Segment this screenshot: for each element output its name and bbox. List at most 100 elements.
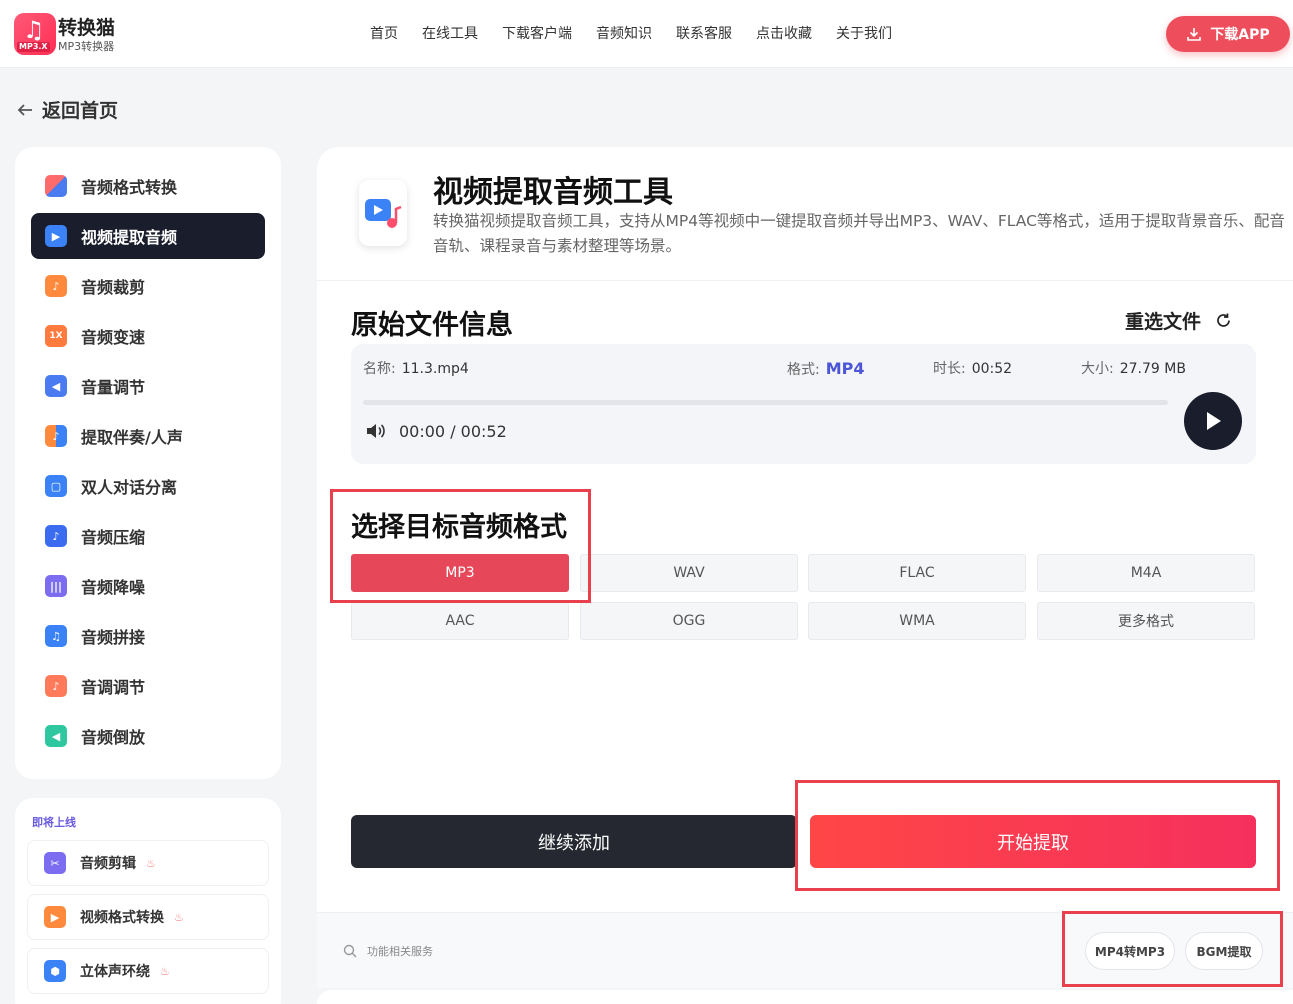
format-option-wav[interactable]: WAV [580,554,798,592]
sidebar-item-denoise[interactable]: ||| 音频降噪 [31,563,265,609]
sidebar-item-label: 音调调节 [81,678,146,697]
tool-sidebar: 音频格式转换 ▶ 视频提取音频 ♪ 音频裁剪 1X 音频变速 ◀ 音量调节 ♪ … [15,147,281,779]
denoise-icon: ||| [45,575,67,597]
sidebar-item-label: 音量调节 [81,378,146,397]
download-icon [1187,28,1202,41]
top-header: ♫ MP3.X 转换猫 MP3转换器 首页 在线工具 下载客户端 音频知识 联系… [0,0,1293,68]
sidebar-item-reverse[interactable]: ◀ 音频倒放 [31,713,265,759]
nav-online-tools[interactable]: 在线工具 [422,24,478,44]
file-duration-value: 00:52 [971,361,1013,377]
file-info-card: 名称: 11.3.mp4 格式: MP4 时长: 00:52 大小: 27.79 MB … [351,344,1256,464]
sidebar-item-volume[interactable]: ◀ 音量调节 [31,363,265,409]
format-option-flac[interactable]: FLAC [808,554,1026,592]
soon-item-audio-edit[interactable]: ✂ 音频剪辑 ♨ [27,840,269,886]
sidebar-item-label: 音频压缩 [81,528,146,547]
file-duration-label: 时长: [933,361,966,377]
sidebar-item-audio-speed[interactable]: 1X 音频变速 [31,313,265,359]
arrow-left-icon [17,103,32,116]
sidebar-item-pitch[interactable]: ♪ 音调调节 [31,663,265,709]
download-app-button[interactable]: 下载APP [1166,16,1290,52]
file-size-label: 大小: [1081,361,1114,377]
soon-item-video-convert[interactable]: ▶ 视频格式转换 ♨ [27,894,269,940]
related-services-label: 功能相关服务 [343,943,433,959]
format-option-ogg[interactable]: OGG [580,602,798,640]
fire-icon: ♨ [160,964,170,978]
file-size-value: 27.79 MB [1119,361,1186,377]
sidebar-item-label: 音频降噪 [81,578,146,597]
file-name-label: 名称: [363,361,396,377]
soon-item-label: 视频格式转换 [80,910,164,926]
sidebar-item-video-extract-audio[interactable]: ▶ 视频提取音频 [31,213,265,259]
playback-progress-bar[interactable] [363,400,1168,405]
format-option-aac[interactable]: AAC [351,602,569,640]
logo[interactable]: ♫ MP3.X 转换猫 MP3转换器 [14,13,115,55]
file-size: 大小: 27.79 MB [1081,360,1186,378]
sidebar-item-vocal-extract[interactable]: ♪ 提取伴奏/人声 [31,413,265,459]
download-app-label: 下载APP [1210,27,1270,43]
related-services-text: 功能相关服务 [367,945,433,958]
play-button[interactable] [1184,392,1242,450]
sidebar-item-merge[interactable]: ♫ 音频拼接 [31,613,265,659]
soon-item-label: 立体声环绕 [80,964,150,980]
main-nav: 首页 在线工具 下载客户端 音频知识 联系客服 点击收藏 关于我们 [370,24,916,44]
volume-icon: ◀ [45,375,67,397]
file-name: 名称: 11.3.mp4 [363,360,469,378]
nav-contact-support[interactable]: 联系客服 [676,24,732,44]
format-option-wma[interactable]: WMA [808,602,1026,640]
sidebar-item-label: 音频格式转换 [81,178,178,197]
compress-icon: ♪ [45,525,67,547]
dialogue-icon: ▢ [45,475,67,497]
sidebar-item-label: 音频拼接 [81,628,146,647]
search-icon [343,944,357,958]
sidebar-item-audio-cut[interactable]: ♪ 音频裁剪 [31,263,265,309]
nav-audio-knowledge[interactable]: 音频知识 [596,24,652,44]
play-icon [1207,412,1221,430]
format-convert-icon [45,175,67,197]
pitch-icon: ♪ [45,675,67,697]
coming-soon-panel: 即将上线 ✂ 音频剪辑 ♨ ▶ 视频格式转换 ♨ ⬢ 立体声环绕 ♨ [15,798,281,1004]
back-home-link[interactable]: 返回首页 [16,96,118,123]
sidebar-item-dialogue-separate[interactable]: ▢ 双人对话分离 [31,463,265,509]
file-format-label: 格式: [787,362,820,378]
format-option-m4a[interactable]: M4A [1037,554,1255,592]
nav-bookmark[interactable]: 点击收藏 [756,24,812,44]
next-card-edge [317,990,1293,1004]
sidebar-item-label: 视频提取音频 [81,228,178,247]
logo-icon: ♫ MP3.X [14,13,56,55]
scissors-icon: ✂ [44,852,66,874]
fire-icon: ♨ [146,856,156,870]
surround-icon: ⬢ [44,960,66,982]
playback-time: 00:00 / 00:52 [365,421,507,441]
speaker-icon[interactable] [365,421,387,441]
nav-about[interactable]: 关于我们 [836,24,892,44]
file-info-title: 原始文件信息 [351,310,513,341]
sidebar-item-label: 双人对话分离 [81,478,178,497]
tool-title: 视频提取音频工具 [433,175,673,210]
sidebar-item-label: 提取伴奏/人声 [81,428,183,447]
reselect-file-label: 重选文件 [1125,311,1202,333]
format-option-more[interactable]: 更多格式 [1037,602,1255,640]
refresh-icon [1217,313,1230,327]
file-format: 格式: MP4 [787,360,865,379]
soon-item-surround[interactable]: ⬢ 立体声环绕 ♨ [27,948,269,994]
sidebar-item-format-convert[interactable]: 音频格式转换 [31,163,265,209]
video-play-icon: ▶ [44,906,66,928]
logo-tag: MP3.X [17,42,50,52]
video-audio-icon: ▶ [45,225,67,247]
file-duration: 时长: 00:52 [933,360,1012,378]
highlight-box-tags [1062,911,1283,987]
sidebar-item-label: 音频变速 [81,328,146,347]
continue-add-button[interactable]: 继续添加 [351,815,797,868]
logo-name: 转换猫 [58,16,116,39]
nav-home[interactable]: 首页 [370,24,398,44]
audio-cut-icon: ♪ [45,275,67,297]
reverse-icon: ◀ [45,725,67,747]
nav-download-client[interactable]: 下载客户端 [502,24,572,44]
video-audio-tool-icon [359,180,407,246]
sidebar-item-compress[interactable]: ♪ 音频压缩 [31,513,265,559]
coming-soon-title: 即将上线 [32,816,76,829]
playback-time-text: 00:00 / 00:52 [399,421,507,441]
reselect-file-button[interactable]: 重选文件 [1125,307,1232,334]
merge-icon: ♫ [45,625,67,647]
logo-subtitle: MP3转换器 [58,39,115,53]
